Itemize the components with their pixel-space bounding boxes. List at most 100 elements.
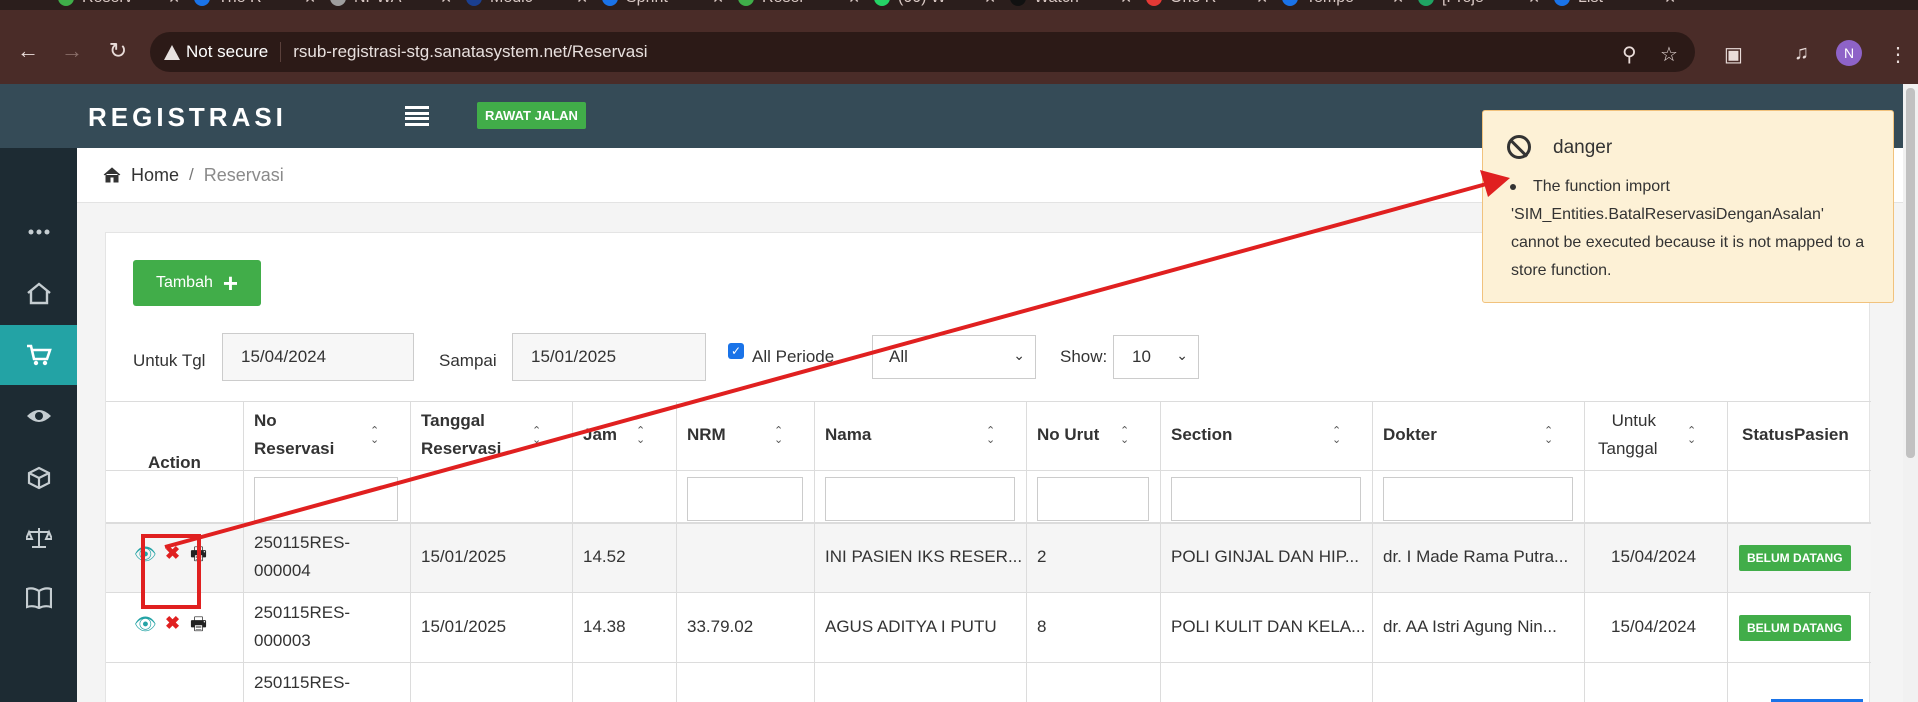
sidebar-more-icon[interactable] bbox=[0, 202, 77, 262]
print-icon[interactable]: 🖶 bbox=[190, 612, 207, 642]
view-eye-icon[interactable]: 👁 bbox=[134, 544, 157, 565]
browser-menu-icon[interactable]: ⋮ bbox=[1888, 42, 1908, 67]
add-button[interactable]: Tambah + bbox=[133, 260, 261, 306]
col-header-nrm[interactable]: NRM bbox=[687, 421, 726, 449]
col-header-no-urut[interactable]: No Urut bbox=[1037, 421, 1099, 449]
from-date-input[interactable]: 15/04/2024 bbox=[222, 333, 414, 381]
browser-tab[interactable]: [Proje ✕ bbox=[1418, 0, 1540, 10]
tab-close-icon[interactable]: ✕ bbox=[440, 0, 452, 7]
tab-label: Tempo bbox=[1306, 0, 1354, 7]
tab-close-icon[interactable]: ✕ bbox=[848, 0, 860, 7]
sort-icon[interactable]: ⌃ ⌄ bbox=[774, 426, 783, 446]
col-header-section[interactable]: Section bbox=[1171, 421, 1232, 449]
cell-jam: 14.38 bbox=[583, 617, 626, 636]
tab-close-icon[interactable]: ✕ bbox=[712, 0, 724, 7]
add-button-label: Tambah bbox=[155, 274, 213, 291]
cancel-x-icon[interactable]: ✖ bbox=[165, 613, 180, 634]
profile-avatar[interactable]: N bbox=[1836, 40, 1862, 66]
browser-tab[interactable]: List ✕ bbox=[1554, 0, 1676, 10]
not-secure-chip[interactable]: Not secure bbox=[164, 42, 282, 62]
sort-icon[interactable]: ⌃ ⌄ bbox=[1687, 426, 1696, 446]
media-control-icon[interactable]: ♫ bbox=[1794, 42, 1809, 65]
browser-tab[interactable]: NPWA ✕ bbox=[330, 0, 452, 10]
col-header-tanggal-reservasi[interactable]: Tanggal Reservasi bbox=[421, 407, 501, 463]
filter-nrm-input[interactable] bbox=[687, 477, 803, 521]
hamburger-menu-icon[interactable] bbox=[405, 106, 429, 126]
filter-nama-input[interactable] bbox=[825, 477, 1015, 521]
filter-no-urut-input[interactable] bbox=[1037, 477, 1149, 521]
url-text[interactable]: rsub-registrasi-stg.sanatasystem.net/Res… bbox=[293, 42, 647, 62]
forward-icon[interactable]: → bbox=[58, 40, 86, 62]
breadcrumb-home[interactable]: Home bbox=[131, 165, 179, 186]
from-date-label: Untuk Tgl bbox=[133, 351, 206, 370]
sidebar-cart-icon[interactable] bbox=[0, 325, 77, 385]
browser-tab[interactable]: Watch ✕ bbox=[1010, 0, 1132, 10]
extensions-icon[interactable]: ▣ bbox=[1724, 42, 1743, 67]
scrollbar-thumb[interactable] bbox=[1906, 88, 1915, 458]
col-header-jam[interactable]: Jam bbox=[583, 421, 617, 449]
sort-icon[interactable]: ⌃ ⌄ bbox=[532, 426, 541, 446]
col-header-dokter[interactable]: Dokter bbox=[1383, 421, 1437, 449]
bookmark-star-icon[interactable]: ☆ bbox=[1660, 42, 1678, 67]
cancel-x-icon[interactable]: ✖ bbox=[165, 543, 180, 564]
back-icon[interactable]: ← bbox=[14, 40, 42, 62]
filter-dokter-input[interactable] bbox=[1383, 477, 1573, 521]
tab-label: Reser bbox=[762, 0, 805, 7]
sort-icon[interactable]: ⌃ ⌄ bbox=[1332, 426, 1341, 446]
browser-tab[interactable]: Reser ✕ bbox=[738, 0, 860, 10]
to-date-input[interactable]: 15/01/2025 bbox=[512, 333, 706, 381]
page-scrollbar[interactable] bbox=[1903, 84, 1918, 702]
sort-icon[interactable]: ⌃ ⌄ bbox=[636, 426, 645, 446]
tab-close-icon[interactable]: ✕ bbox=[1664, 0, 1676, 7]
browser-tab[interactable]: Reserv ✕ bbox=[58, 0, 180, 10]
sort-icon[interactable]: ⌃ ⌄ bbox=[370, 426, 379, 446]
status-select[interactable]: All ⌄ bbox=[872, 335, 1036, 379]
print-icon[interactable]: 🖶 bbox=[190, 542, 207, 572]
tab-label: Medic bbox=[490, 0, 533, 7]
cell-dokter: dr. AA Istri Agung Nin... bbox=[1383, 617, 1557, 636]
sidebar-book-icon[interactable] bbox=[0, 568, 77, 628]
filter-section-input[interactable] bbox=[1171, 477, 1361, 521]
tab-close-icon[interactable]: ✕ bbox=[576, 0, 588, 7]
alert-message: The function import 'SIM_Entities.BatalR… bbox=[1511, 178, 1865, 279]
browser-tab[interactable]: One R ✕ bbox=[1146, 0, 1268, 10]
sort-icon[interactable]: ⌃ ⌄ bbox=[986, 426, 995, 446]
cell-dokter: dr. I Made Rama Putra... bbox=[1383, 547, 1569, 566]
sidebar-scale-icon[interactable] bbox=[0, 508, 77, 568]
filter-no-reservasi-input[interactable] bbox=[254, 477, 398, 521]
tab-close-icon[interactable]: ✕ bbox=[1528, 0, 1540, 7]
tab-close-icon[interactable]: ✕ bbox=[984, 0, 996, 7]
cell-tanggal: 15/01/2025 bbox=[421, 617, 507, 636]
tab-favicon-icon bbox=[466, 0, 482, 6]
tab-close-icon[interactable]: ✕ bbox=[168, 0, 180, 7]
tab-close-icon[interactable]: ✕ bbox=[304, 0, 316, 7]
browser-tab[interactable]: Medic ✕ bbox=[466, 0, 588, 10]
not-secure-label: Not secure bbox=[186, 42, 269, 61]
all-period-checkbox[interactable]: ✓ bbox=[728, 343, 744, 359]
to-date-value: 15/01/2025 bbox=[531, 347, 617, 366]
sidebar-home-icon[interactable] bbox=[0, 263, 77, 323]
reload-icon[interactable]: ↻ bbox=[104, 40, 132, 62]
cell-section: POLI KULIT DAN KELA... bbox=[1171, 617, 1366, 636]
sidebar-eye-icon[interactable] bbox=[0, 386, 77, 446]
col-header-nama[interactable]: Nama bbox=[825, 421, 871, 449]
browser-tab[interactable]: (00) W ✕ bbox=[874, 0, 996, 10]
sort-icon[interactable]: ⌃ ⌄ bbox=[1120, 426, 1129, 446]
zoom-icon[interactable]: ⚲ bbox=[1622, 42, 1637, 67]
tab-close-icon[interactable]: ✕ bbox=[1392, 0, 1404, 7]
browser-tab[interactable]: Tempo ✕ bbox=[1282, 0, 1404, 10]
tab-close-icon[interactable]: ✕ bbox=[1120, 0, 1132, 7]
address-bar[interactable]: Not secure rsub-registrasi-stg.sanatasys… bbox=[150, 32, 1695, 72]
col-header-untuk-tanggal[interactable]: Untuk Tanggal bbox=[1598, 407, 1658, 463]
tab-favicon-icon bbox=[738, 0, 754, 6]
view-eye-icon[interactable]: 👁 bbox=[134, 614, 157, 635]
page-size-select[interactable]: 10 ⌄ bbox=[1113, 335, 1199, 379]
browser-tab[interactable]: The R ✕ bbox=[194, 0, 316, 10]
sidebar-cube-icon[interactable] bbox=[0, 448, 77, 508]
browser-tab[interactable]: Sprint ✕ bbox=[602, 0, 724, 10]
cell-no-reservasi: 250115RES- bbox=[254, 673, 351, 692]
tab-close-icon[interactable]: ✕ bbox=[1256, 0, 1268, 7]
tab-favicon-icon bbox=[1282, 0, 1298, 6]
sort-icon[interactable]: ⌃ ⌄ bbox=[1544, 426, 1553, 446]
col-header-no-reservasi[interactable]: No Reservasi bbox=[254, 407, 334, 463]
